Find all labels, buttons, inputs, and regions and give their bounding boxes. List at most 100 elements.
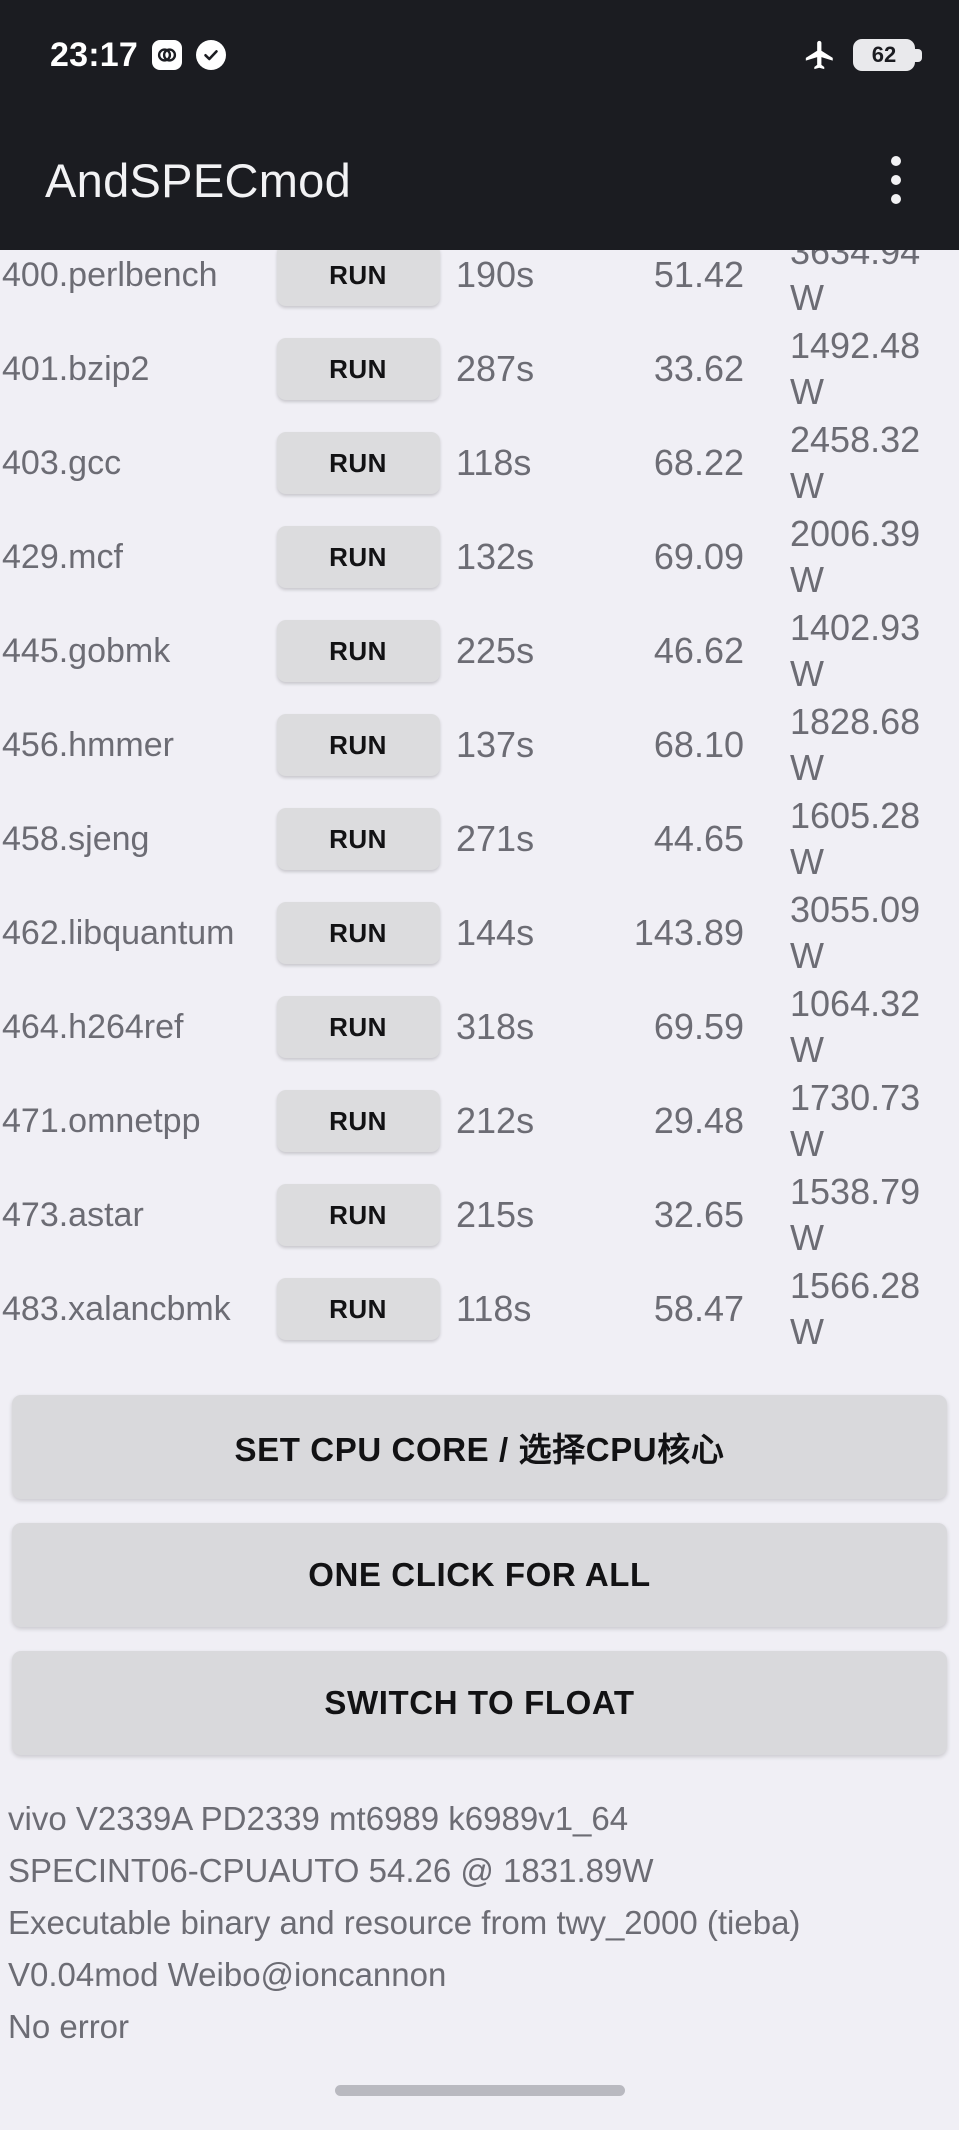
run-button-cell: RUN xyxy=(272,432,444,494)
binary-source-line: Executable binary and resource from twy_… xyxy=(8,1904,801,1941)
benchmark-score: 32.65 xyxy=(653,1194,744,1235)
run-button[interactable]: RUN xyxy=(276,338,440,400)
benchmark-name: 456.hmmer xyxy=(2,726,174,764)
status-bar: 23:17 62 xyxy=(0,0,959,110)
benchmark-list[interactable]: 400.perlbench RUN 190s 51.42 3634.94 W 401.bz… xyxy=(0,250,959,1383)
switch-to-float-button[interactable]: SWITCH TO FLOAT xyxy=(12,1651,947,1755)
benchmark-name: 462.libquantum xyxy=(2,914,235,952)
benchmark-name: 429.mcf xyxy=(2,538,123,576)
run-button-cell: RUN xyxy=(272,250,444,306)
benchmark-score: 51.42 xyxy=(653,254,744,295)
benchmark-power: 1538.79 W xyxy=(790,1171,921,1258)
run-button[interactable]: RUN xyxy=(276,1278,440,1340)
benchmark-name: 403.gcc xyxy=(2,444,122,482)
benchmark-power: 2458.32 W xyxy=(790,419,921,506)
run-button-cell: RUN xyxy=(272,714,444,776)
run-button-cell: RUN xyxy=(272,526,444,588)
table-row: 458.sjeng RUN 271s 44.65 1605.28 W xyxy=(0,792,959,886)
battery-indicator: 62 xyxy=(853,39,922,71)
run-button[interactable]: RUN xyxy=(276,996,440,1058)
run-button[interactable]: RUN xyxy=(276,808,440,870)
benchmark-power: 1402.93 W xyxy=(790,607,921,694)
one-click-for-all-button[interactable]: ONE CLICK FOR ALL xyxy=(12,1523,947,1627)
run-button[interactable]: RUN xyxy=(276,250,440,306)
status-bar-clock: 23:17 xyxy=(50,35,138,74)
benchmark-score: 68.10 xyxy=(653,724,744,765)
device-info-footer: vivo V2339A PD2339 mt6989 k6989v1_64 SPE… xyxy=(0,1779,959,2053)
benchmark-name: 400.perlbench xyxy=(2,256,218,294)
run-button[interactable]: RUN xyxy=(276,620,440,682)
run-button-cell: RUN xyxy=(272,1278,444,1340)
benchmark-score: 29.48 xyxy=(653,1100,744,1141)
app-title: AndSPECmod xyxy=(45,153,352,207)
battery-percent: 62 xyxy=(871,42,897,67)
kebab-dot xyxy=(891,175,901,185)
benchmark-score: 69.09 xyxy=(653,536,744,577)
benchmark-time: 271s xyxy=(456,818,535,859)
benchmark-name: 471.omnetpp xyxy=(2,1102,201,1140)
benchmark-time: 132s xyxy=(456,536,535,577)
table-row: 401.bzip2 RUN 287s 33.62 1492.48 W xyxy=(0,322,959,416)
benchmark-time: 212s xyxy=(456,1100,535,1141)
run-button[interactable]: RUN xyxy=(276,714,440,776)
benchmark-score: 58.47 xyxy=(653,1288,744,1329)
benchmark-score: 143.89 xyxy=(633,912,744,953)
run-button-cell: RUN xyxy=(272,902,444,964)
set-cpu-core-button[interactable]: SET CPU CORE / 选择CPU核心 xyxy=(12,1395,947,1499)
benchmark-time: 215s xyxy=(456,1194,535,1235)
device-model-line: vivo V2339A PD2339 mt6989 k6989v1_64 xyxy=(8,1800,629,1837)
benchmark-name: 464.h264ref xyxy=(2,1008,184,1046)
table-row: 462.libquantum RUN 144s 143.89 3055.09 W xyxy=(0,886,959,980)
benchmark-score: 69.59 xyxy=(653,1006,744,1047)
phone-screen: 23:17 62 AndSPECmod 400.perlbench RUN 19… xyxy=(0,0,959,2130)
error-status-line: No error xyxy=(8,2008,130,2045)
benchmark-name: 483.xalancbmk xyxy=(2,1290,231,1328)
kebab-menu-icon[interactable] xyxy=(881,146,911,214)
app-bar: AndSPECmod xyxy=(0,110,959,250)
run-button-cell: RUN xyxy=(272,808,444,870)
benchmark-score: 44.65 xyxy=(653,818,744,859)
version-credit-line: V0.04mod Weibo@ioncannon xyxy=(8,1956,447,1993)
run-button-cell: RUN xyxy=(272,1184,444,1246)
run-button-cell: RUN xyxy=(272,996,444,1058)
benchmark-time: 225s xyxy=(456,630,535,671)
status-bar-right: 62 xyxy=(803,38,922,72)
table-row: 400.perlbench RUN 190s 51.42 3634.94 W xyxy=(0,250,959,322)
benchmark-time: 137s xyxy=(456,724,535,765)
benchmark-power: 1605.28 W xyxy=(790,795,921,882)
run-button-cell: RUN xyxy=(272,338,444,400)
benchmark-name: 445.gobmk xyxy=(2,632,171,670)
benchmark-time: 318s xyxy=(456,1006,535,1047)
run-button-cell: RUN xyxy=(272,620,444,682)
table-row: 464.h264ref RUN 318s 69.59 1064.32 W xyxy=(0,980,959,1074)
benchmark-power: 1828.68 W xyxy=(790,701,921,788)
kebab-dot xyxy=(891,156,901,166)
table-row: 429.mcf RUN 132s 69.09 2006.39 W xyxy=(0,510,959,604)
run-button[interactable]: RUN xyxy=(276,902,440,964)
run-button[interactable]: RUN xyxy=(276,1090,440,1152)
benchmark-name: 473.astar xyxy=(2,1196,144,1234)
dual-circle-notification-icon xyxy=(151,40,182,70)
table-row: 456.hmmer RUN 137s 68.10 1828.68 W xyxy=(0,698,959,792)
benchmark-score: 46.62 xyxy=(653,630,744,671)
benchmark-name: 458.sjeng xyxy=(2,820,150,858)
benchmark-time: 144s xyxy=(456,912,535,953)
run-button[interactable]: RUN xyxy=(276,526,440,588)
benchmark-score: 33.62 xyxy=(653,348,744,389)
benchmark-time: 118s xyxy=(456,442,532,483)
table-row: 483.xalancbmk RUN 118s 58.47 1566.28 W xyxy=(0,1262,959,1356)
benchmark-power: 1492.48 W xyxy=(790,325,921,412)
benchmark-time: 287s xyxy=(456,348,535,389)
gesture-handle[interactable] xyxy=(334,2084,625,2096)
run-button[interactable]: RUN xyxy=(276,1184,440,1246)
status-bar-left: 23:17 xyxy=(50,36,226,75)
kebab-dot xyxy=(891,194,901,204)
benchmark-time: 190s xyxy=(456,254,535,295)
run-button[interactable]: RUN xyxy=(276,432,440,494)
table-row: 473.astar RUN 215s 32.65 1538.79 W xyxy=(0,1168,959,1262)
benchmark-power: 3634.94 W xyxy=(790,250,921,318)
table-row: 471.omnetpp RUN 212s 29.48 1730.73 W xyxy=(0,1074,959,1168)
benchmark-time: 118s xyxy=(456,1288,532,1329)
benchmark-score: 68.22 xyxy=(653,442,744,483)
benchmark-power: 3055.09 W xyxy=(790,889,921,976)
